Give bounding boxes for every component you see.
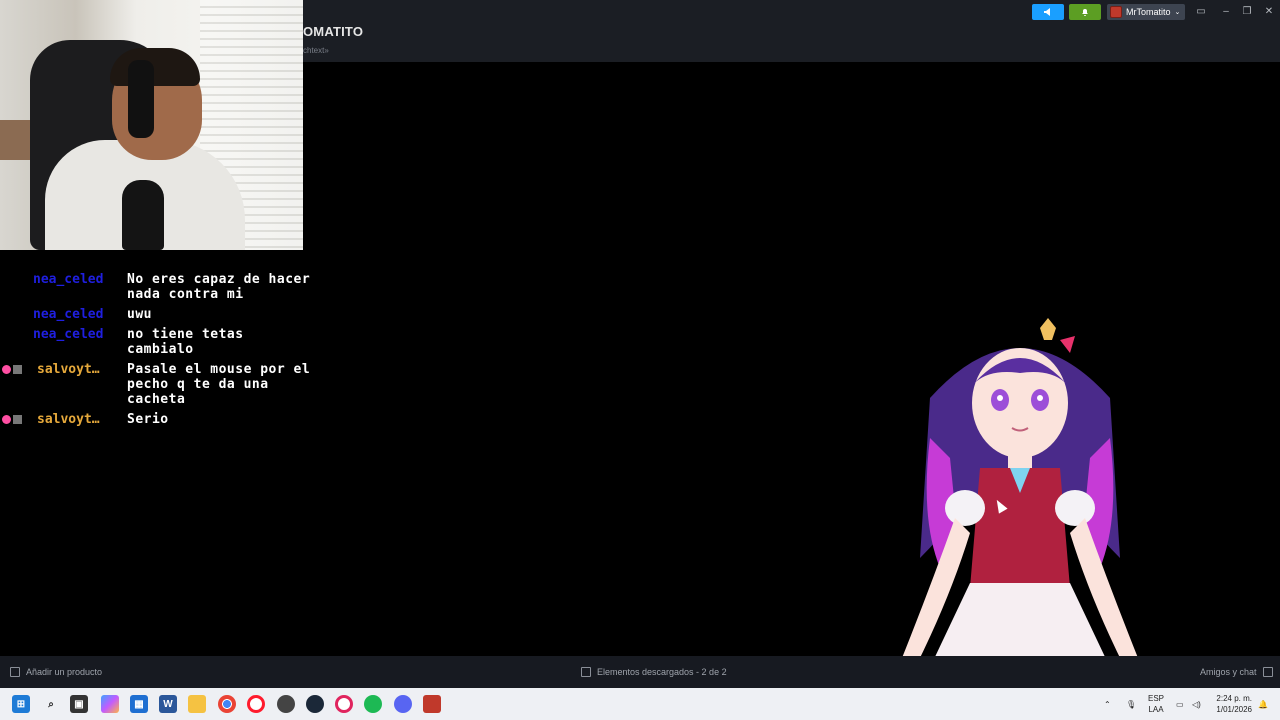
chat-username: nea_celed (33, 307, 104, 322)
announcements-button[interactable] (1032, 4, 1064, 20)
notification-bell-icon[interactable]: 🔔 (1258, 688, 1268, 720)
chat-username: nea_celed (33, 327, 104, 342)
chat-message: nea_celed No eres capaz de hacer nada co… (0, 272, 320, 302)
store-icon[interactable]: ▦ (130, 695, 148, 713)
chat-text: no tiene tetas cambialo (127, 327, 244, 357)
language-indicator[interactable]: ESP LAA (1148, 693, 1164, 715)
chat-message: nea_celed uwu (0, 307, 320, 322)
heart-badge-icon (2, 365, 11, 374)
add-product-button[interactable]: Añadir un producto (10, 667, 102, 677)
megaphone-icon (1044, 8, 1050, 16)
chat-text: No eres capaz de hacer nada contra mi (127, 272, 311, 302)
screen: OMATITO chtext» MrTomatito ⌄ ▭ – ❐ ✕ nea… (0, 0, 1280, 720)
monitor-icon[interactable]: ▭ (1194, 4, 1208, 18)
chat-overlay: nea_celed No eres capaz de hacer nada co… (0, 272, 320, 432)
chat-text: uwu (127, 307, 152, 322)
search-icon[interactable]: ⌕ (42, 695, 60, 713)
headset (128, 60, 154, 138)
microphone (122, 180, 164, 250)
microphone-icon[interactable]: 🎙 (1126, 688, 1136, 720)
chat-text: Serio (127, 412, 169, 427)
chat-username: salvoyt… (37, 362, 100, 377)
clock-time: 2:24 p. m. (1216, 694, 1252, 703)
friends-label: Amigos y chat (1200, 667, 1257, 677)
sub-badge-icon (13, 415, 22, 424)
plus-icon (10, 667, 20, 677)
avatar (1110, 6, 1122, 18)
steam-alt-icon[interactable] (277, 695, 295, 713)
discord-icon[interactable] (394, 695, 412, 713)
user-menu-button[interactable]: MrTomatito ⌄ (1107, 4, 1185, 20)
game-subtitle: chtext» (303, 46, 329, 55)
sub-badge-icon (13, 365, 22, 374)
tomatito-app-icon[interactable] (423, 695, 441, 713)
bell-icon (1082, 9, 1088, 16)
heart-badge-icon (2, 415, 11, 424)
minimize-button[interactable]: – (1219, 4, 1233, 18)
chevron-down-icon: ⌄ (1174, 9, 1181, 16)
copilot-icon[interactable] (101, 695, 119, 713)
downloads-button[interactable]: Elementos descargados - 2 de 2 (581, 667, 727, 677)
notifications-button[interactable] (1069, 4, 1101, 20)
downloads-label: Elementos descargados - 2 de 2 (597, 667, 727, 677)
steam-status-bar: Añadir un producto Elementos descargados… (0, 656, 1280, 688)
windows-taskbar: ⊞ ⌕ ▣ ▦ W ⌃ 🎙 ESP LAA ▭ ◁) 2:24 p. m. 1/… (0, 688, 1280, 720)
spotify-icon[interactable] (364, 695, 382, 713)
download-icon (581, 667, 591, 677)
opera-gx-icon[interactable] (335, 695, 353, 713)
friends-chat-button[interactable]: Amigos y chat (1200, 667, 1273, 677)
chat-text: Pasale el mouse por el pecho q te da una… (127, 362, 311, 407)
chat-icon (1262, 667, 1273, 677)
chat-message: salvoyt… Serio (0, 412, 320, 427)
chrome-icon[interactable] (218, 695, 236, 713)
network-icon[interactable]: ▭ (1176, 688, 1184, 720)
file-explorer-icon[interactable] (188, 695, 206, 713)
chat-username: nea_celed (33, 272, 104, 287)
windows-start-icon[interactable]: ⊞ (12, 695, 30, 713)
clock[interactable]: 2:24 p. m. 1/01/2026 (1216, 693, 1252, 715)
chat-badges (2, 415, 22, 424)
opera-icon[interactable] (247, 695, 265, 713)
webcam-feed (0, 0, 303, 250)
language-top: ESP (1148, 694, 1165, 703)
tray-chevron-up-icon[interactable]: ⌃ (1104, 688, 1111, 720)
user-name: MrTomatito (1126, 7, 1171, 17)
streamer-hair (110, 48, 200, 86)
steam-icon[interactable] (306, 695, 324, 713)
maximize-button[interactable]: ❐ (1240, 4, 1254, 18)
language-bottom: LAA (1148, 705, 1164, 714)
chat-username: salvoyt… (37, 412, 100, 427)
chat-badges (2, 365, 22, 374)
chat-message: nea_celed no tiene tetas cambialo (0, 327, 320, 357)
word-icon[interactable]: W (159, 695, 177, 713)
close-button[interactable]: ✕ (1262, 4, 1276, 18)
clock-date: 1/01/2026 (1216, 705, 1252, 714)
chat-message: salvoyt… Pasale el mouse por el pecho q … (0, 362, 320, 407)
task-view-icon[interactable]: ▣ (70, 695, 88, 713)
volume-icon[interactable]: ◁) (1192, 688, 1201, 720)
game-title: OMATITO (303, 24, 364, 39)
add-product-label: Añadir un producto (26, 667, 103, 677)
